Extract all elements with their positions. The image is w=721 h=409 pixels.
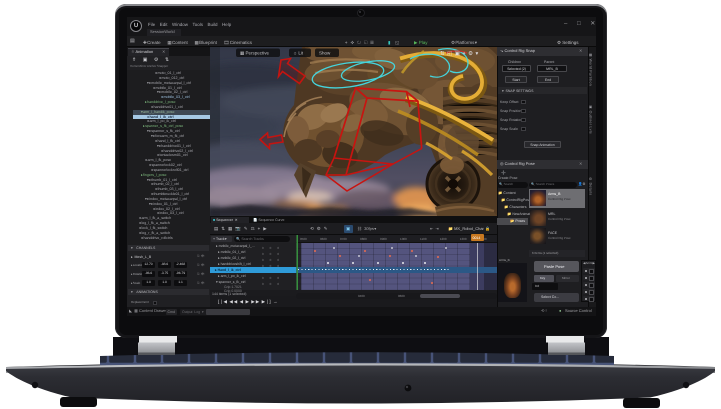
svg-text:☼ Lit: ☼ Lit xyxy=(293,51,304,56)
svg-text:▦ Perspective: ▦ Perspective xyxy=(240,51,270,56)
svg-text:⇅◱▣⌖⚙▾: ⇅◱▣⌖⚙▾ xyxy=(440,50,481,57)
svg-text:Show: Show xyxy=(319,51,331,56)
